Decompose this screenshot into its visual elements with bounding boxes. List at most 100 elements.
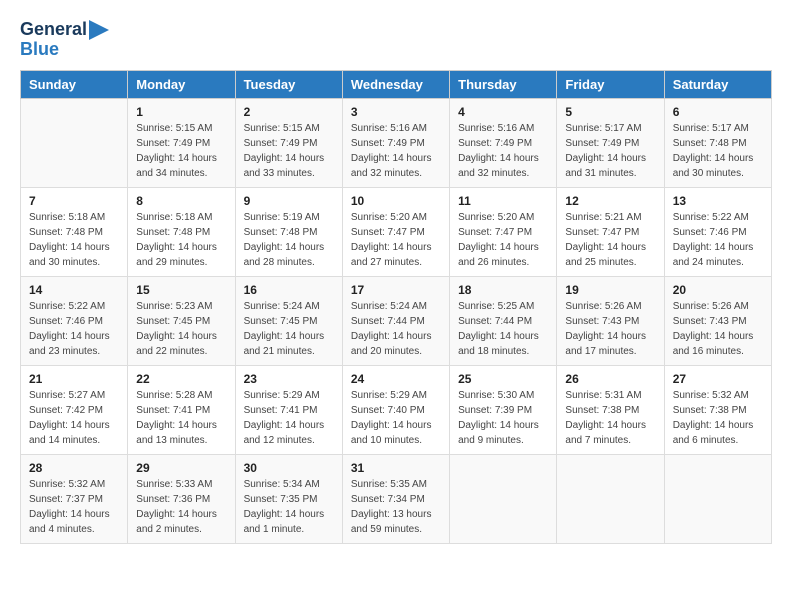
calendar-week-5: 28Sunrise: 5:32 AMSunset: 7:37 PMDayligh…	[21, 454, 772, 543]
calendar-week-2: 7 Sunrise: 5:18 AMSunset: 7:48 PMDaylight…	[21, 187, 772, 276]
day-number: 20	[673, 283, 763, 297]
day-info: Sunrise: 5:18 AMSunset: 7:48 PMDaylight:…	[29, 210, 119, 270]
day-info: Sunrise: 5:32 AMSunset: 7:38 PMDaylight:…	[673, 388, 763, 448]
calendar-cell: 13 Sunrise: 5:22 AMSunset: 7:46 PMDayligh…	[664, 187, 771, 276]
day-info: Sunrise: 5:15 AMSunset: 7:49 PMDaylight:…	[136, 121, 226, 181]
day-number: 4	[458, 105, 548, 119]
calendar-cell: 31 Sunrise: 5:35 AMSunset: 7:34 PMDayligh…	[342, 454, 449, 543]
calendar-cell: 6 Sunrise: 5:17 AMSunset: 7:48 PMDaylight…	[664, 98, 771, 187]
calendar-cell: 15Sunrise: 5:23 AMSunset: 7:45 PMDayligh…	[128, 276, 235, 365]
day-number: 26	[565, 372, 655, 386]
logo-general: General	[20, 20, 87, 40]
calendar-cell	[21, 98, 128, 187]
logo-arrow-icon	[89, 20, 109, 40]
calendar-cell: 14 Sunrise: 5:22 AMSunset: 7:46 PMDayligh…	[21, 276, 128, 365]
day-number: 10	[351, 194, 441, 208]
calendar-cell: 5Sunrise: 5:17 AMSunset: 7:49 PMDaylight…	[557, 98, 664, 187]
day-info: Sunrise: 5:29 AMSunset: 7:40 PMDaylight:…	[351, 388, 441, 448]
day-info: Sunrise: 5:20 AMSunset: 7:47 PMDaylight:…	[458, 210, 548, 270]
day-number: 2	[244, 105, 334, 119]
day-info: Sunrise: 5:30 AMSunset: 7:39 PMDaylight:…	[458, 388, 548, 448]
day-header-friday: Friday	[557, 70, 664, 98]
day-info: Sunrise: 5:17 AMSunset: 7:49 PMDaylight:…	[565, 121, 655, 181]
calendar-cell	[450, 454, 557, 543]
calendar-cell: 23 Sunrise: 5:29 AMSunset: 7:41 PMDayligh…	[235, 365, 342, 454]
day-info: Sunrise: 5:27 AMSunset: 7:42 PMDaylight:…	[29, 388, 119, 448]
day-header-wednesday: Wednesday	[342, 70, 449, 98]
day-number: 6	[673, 105, 763, 119]
calendar-cell: 11Sunrise: 5:20 AMSunset: 7:47 PMDayligh…	[450, 187, 557, 276]
day-number: 8	[136, 194, 226, 208]
day-info: Sunrise: 5:16 AMSunset: 7:49 PMDaylight:…	[458, 121, 548, 181]
day-info: Sunrise: 5:15 AMSunset: 7:49 PMDaylight:…	[244, 121, 334, 181]
day-number: 27	[673, 372, 763, 386]
day-info: Sunrise: 5:19 AMSunset: 7:48 PMDaylight:…	[244, 210, 334, 270]
day-header-sunday: Sunday	[21, 70, 128, 98]
day-number: 28	[29, 461, 119, 475]
day-info: Sunrise: 5:21 AMSunset: 7:47 PMDaylight:…	[565, 210, 655, 270]
calendar-cell: 4 Sunrise: 5:16 AMSunset: 7:49 PMDaylight…	[450, 98, 557, 187]
calendar-cell: 18 Sunrise: 5:25 AMSunset: 7:44 PMDayligh…	[450, 276, 557, 365]
day-number: 23	[244, 372, 334, 386]
calendar-cell: 1 Sunrise: 5:15 AMSunset: 7:49 PMDaylight…	[128, 98, 235, 187]
day-info: Sunrise: 5:22 AMSunset: 7:46 PMDaylight:…	[29, 299, 119, 359]
day-info: Sunrise: 5:18 AMSunset: 7:48 PMDaylight:…	[136, 210, 226, 270]
day-number: 22	[136, 372, 226, 386]
day-info: Sunrise: 5:35 AMSunset: 7:34 PMDaylight:…	[351, 477, 441, 537]
calendar-cell: 16Sunrise: 5:24 AMSunset: 7:45 PMDayligh…	[235, 276, 342, 365]
day-number: 3	[351, 105, 441, 119]
day-number: 30	[244, 461, 334, 475]
day-header-tuesday: Tuesday	[235, 70, 342, 98]
day-info: Sunrise: 5:33 AMSunset: 7:36 PMDaylight:…	[136, 477, 226, 537]
calendar-cell: 8 Sunrise: 5:18 AMSunset: 7:48 PMDaylight…	[128, 187, 235, 276]
day-number: 7	[29, 194, 119, 208]
calendar-cell: 2 Sunrise: 5:15 AMSunset: 7:49 PMDaylight…	[235, 98, 342, 187]
calendar-cell: 26 Sunrise: 5:31 AMSunset: 7:38 PMDayligh…	[557, 365, 664, 454]
calendar-cell: 25 Sunrise: 5:30 AMSunset: 7:39 PMDayligh…	[450, 365, 557, 454]
day-number: 25	[458, 372, 548, 386]
day-number: 9	[244, 194, 334, 208]
logo-blue: Blue	[20, 40, 59, 60]
day-header-saturday: Saturday	[664, 70, 771, 98]
day-info: Sunrise: 5:24 AMSunset: 7:45 PMDaylight:…	[244, 299, 334, 359]
calendar-cell	[557, 454, 664, 543]
day-number: 13	[673, 194, 763, 208]
calendar-table: SundayMondayTuesdayWednesdayThursdayFrid…	[20, 70, 772, 544]
day-number: 29	[136, 461, 226, 475]
day-info: Sunrise: 5:29 AMSunset: 7:41 PMDaylight:…	[244, 388, 334, 448]
calendar-cell: 7 Sunrise: 5:18 AMSunset: 7:48 PMDaylight…	[21, 187, 128, 276]
calendar-cell: 17Sunrise: 5:24 AMSunset: 7:44 PMDayligh…	[342, 276, 449, 365]
logo: General Blue	[20, 20, 109, 60]
calendar-cell: 19Sunrise: 5:26 AMSunset: 7:43 PMDayligh…	[557, 276, 664, 365]
page-header: General Blue	[20, 20, 772, 60]
calendar-cell: 10 Sunrise: 5:20 AMSunset: 7:47 PMDayligh…	[342, 187, 449, 276]
calendar-week-3: 14 Sunrise: 5:22 AMSunset: 7:46 PMDayligh…	[21, 276, 772, 365]
day-number: 1	[136, 105, 226, 119]
day-number: 31	[351, 461, 441, 475]
day-number: 21	[29, 372, 119, 386]
calendar-cell: 27 Sunrise: 5:32 AMSunset: 7:38 PMDayligh…	[664, 365, 771, 454]
day-number: 17	[351, 283, 441, 297]
calendar-header-row: SundayMondayTuesdayWednesdayThursdayFrid…	[21, 70, 772, 98]
calendar-week-1: 1 Sunrise: 5:15 AMSunset: 7:49 PMDaylight…	[21, 98, 772, 187]
calendar-cell: 22 Sunrise: 5:28 AMSunset: 7:41 PMDayligh…	[128, 365, 235, 454]
day-info: Sunrise: 5:20 AMSunset: 7:47 PMDaylight:…	[351, 210, 441, 270]
calendar-cell: 12 Sunrise: 5:21 AMSunset: 7:47 PMDayligh…	[557, 187, 664, 276]
calendar-body: 1 Sunrise: 5:15 AMSunset: 7:49 PMDaylight…	[21, 98, 772, 543]
day-info: Sunrise: 5:22 AMSunset: 7:46 PMDaylight:…	[673, 210, 763, 270]
day-info: Sunrise: 5:34 AMSunset: 7:35 PMDaylight:…	[244, 477, 334, 537]
day-info: Sunrise: 5:28 AMSunset: 7:41 PMDaylight:…	[136, 388, 226, 448]
day-number: 14	[29, 283, 119, 297]
day-info: Sunrise: 5:16 AMSunset: 7:49 PMDaylight:…	[351, 121, 441, 181]
day-info: Sunrise: 5:26 AMSunset: 7:43 PMDaylight:…	[673, 299, 763, 359]
day-info: Sunrise: 5:25 AMSunset: 7:44 PMDaylight:…	[458, 299, 548, 359]
day-info: Sunrise: 5:23 AMSunset: 7:45 PMDaylight:…	[136, 299, 226, 359]
calendar-week-4: 21 Sunrise: 5:27 AMSunset: 7:42 PMDayligh…	[21, 365, 772, 454]
day-info: Sunrise: 5:31 AMSunset: 7:38 PMDaylight:…	[565, 388, 655, 448]
day-info: Sunrise: 5:17 AMSunset: 7:48 PMDaylight:…	[673, 121, 763, 181]
calendar-cell: 21 Sunrise: 5:27 AMSunset: 7:42 PMDayligh…	[21, 365, 128, 454]
day-number: 19	[565, 283, 655, 297]
day-number: 12	[565, 194, 655, 208]
day-number: 18	[458, 283, 548, 297]
day-header-monday: Monday	[128, 70, 235, 98]
